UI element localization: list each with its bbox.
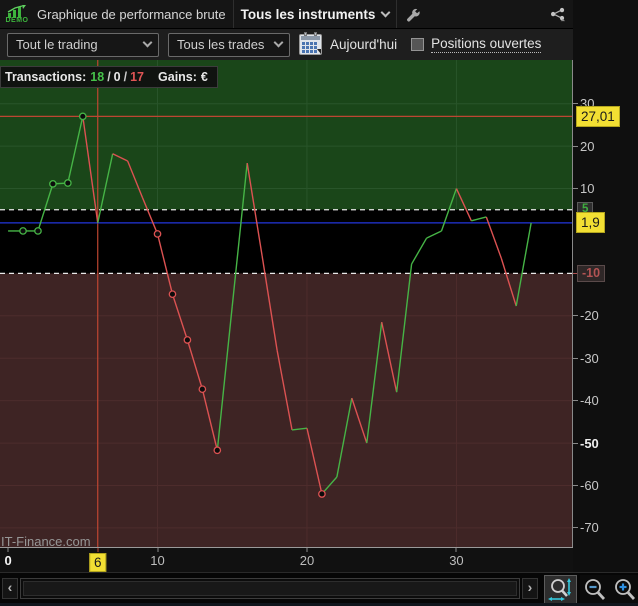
gains-label: Gains: xyxy=(158,70,197,84)
trade-marker xyxy=(19,227,27,235)
open-positions-checkbox[interactable] xyxy=(411,38,425,51)
x-axis-tick xyxy=(97,548,99,552)
y-axis-label-10: 10 xyxy=(580,181,595,196)
calendar-header xyxy=(301,36,320,40)
y-axis-tick xyxy=(573,315,578,317)
trade-marker xyxy=(198,385,207,394)
x-axis-label-20: 20 xyxy=(299,553,315,568)
chevron-down-icon xyxy=(273,37,284,47)
y-axis-label--20: -20 xyxy=(580,308,599,323)
x-axis-label-10: 10 xyxy=(150,553,165,568)
trade-marker xyxy=(49,180,57,188)
watermark: IT-Finance.com xyxy=(1,534,91,549)
trade-marker xyxy=(168,290,177,299)
y-axis-tick xyxy=(573,400,578,402)
calendar-dropdown-arrow-icon xyxy=(317,49,321,54)
zoom-in-icon xyxy=(615,578,636,600)
x-axis-label-30: 30 xyxy=(449,553,464,568)
scroll-right-button[interactable]: › xyxy=(522,578,538,599)
zoom-fit-icon xyxy=(547,577,571,601)
x-axis-tick xyxy=(157,548,159,552)
calendar-icon xyxy=(302,42,317,53)
scroll-row: ‹ › xyxy=(0,572,638,604)
demo-logo: DEMO xyxy=(2,4,32,24)
stats-bar: Transactions: 18 / 0 / 17 Gains: € xyxy=(0,66,218,88)
demo-label: DEMO xyxy=(5,16,29,24)
instruments-dropdown-label: Tous les instruments xyxy=(240,6,376,22)
y-axis-label--40: -40 xyxy=(580,393,599,408)
y-axis-label--10: -10 xyxy=(577,265,606,282)
zoom-in-button[interactable] xyxy=(610,575,638,604)
titlebar-separator xyxy=(232,0,234,28)
y-axis-tick xyxy=(573,145,578,147)
wrench-icon xyxy=(407,8,421,21)
y-axis-tick xyxy=(573,188,578,190)
share-button[interactable] xyxy=(550,6,566,22)
scrollbar-track[interactable] xyxy=(20,578,520,599)
transactions-label: Transactions: xyxy=(5,70,87,84)
y-axis-tick xyxy=(573,103,578,105)
y-axis-label--60: -60 xyxy=(580,478,599,493)
instruments-dropdown[interactable]: Tous les instruments xyxy=(240,6,391,22)
loss-zone xyxy=(0,273,573,547)
settings-button[interactable] xyxy=(404,6,421,22)
y-axis-tick xyxy=(573,484,578,486)
calendar-button[interactable] xyxy=(299,32,322,55)
wins-count: 18 xyxy=(90,70,105,84)
page-title: Graphique de performance brute xyxy=(37,6,226,22)
trade-marker xyxy=(183,336,192,344)
x-axis-label-6: 6 xyxy=(88,553,107,572)
y-axis-label--50: -50 xyxy=(580,436,599,451)
trade-marker xyxy=(34,227,42,235)
stats-separator: / xyxy=(123,70,128,84)
flat-count: 0 xyxy=(113,70,121,84)
x-axis-label-0: 0 xyxy=(4,553,12,568)
y-axis-tick xyxy=(573,527,578,529)
date-label: Aujourd'hui xyxy=(330,37,398,52)
y-axis-label-27_01: 27,01 xyxy=(576,106,620,127)
y-axis-label--70: -70 xyxy=(580,520,599,535)
zoom-out-icon xyxy=(585,578,606,600)
filter-toolbar: Tout le trading Tous les trades Aujourd'… xyxy=(0,29,638,60)
y-axis: 30 27,01 20 10 5 1,9 -10 -20 -30 -40 -50 -60 -70 xyxy=(573,0,638,572)
trade-marker xyxy=(213,446,222,455)
trade-marker xyxy=(78,112,87,121)
trade-marker xyxy=(64,179,72,187)
equity-curve-chart[interactable] xyxy=(0,60,573,547)
currency-symbol: € xyxy=(200,70,208,84)
share-icon xyxy=(550,7,566,21)
y-axis-label--30: -30 xyxy=(580,351,599,366)
x-axis: 0 6 10 20 30 xyxy=(0,547,638,572)
chart-plot-area[interactable]: Transactions: 18 / 0 / 17 Gains: € IT-Fi… xyxy=(0,60,573,549)
scrollbar-thumb[interactable] xyxy=(23,581,517,596)
trading-scope-value: Tout le trading xyxy=(16,37,98,52)
trading-scope-select[interactable]: Tout le trading xyxy=(7,32,159,57)
trade-marker xyxy=(153,230,162,238)
open-positions-label[interactable]: Positions ouvertes xyxy=(431,36,542,53)
y-axis-tick xyxy=(573,442,578,444)
titlebar-separator xyxy=(396,0,398,28)
stats-separator: / xyxy=(107,70,111,84)
demo-chart-icon xyxy=(7,4,26,18)
x-axis-tick xyxy=(455,548,457,552)
performance-chart-window: DEMO Graphique de performance brute Tous… xyxy=(0,0,638,606)
title-bar: DEMO Graphique de performance brute Tous… xyxy=(0,0,638,29)
x-axis-tick xyxy=(306,548,308,552)
zoom-fit-button[interactable] xyxy=(544,575,577,604)
y-axis-label-1_9: 1,9 xyxy=(576,212,605,233)
zoom-out-button[interactable] xyxy=(580,575,610,604)
y-axis-tick xyxy=(573,357,578,359)
y-axis-label-20: 20 xyxy=(580,139,595,154)
trade-marker xyxy=(318,490,326,498)
trade-type-select[interactable]: Tous les trades xyxy=(168,32,290,57)
scroll-left-button[interactable]: ‹ xyxy=(2,578,18,599)
chevron-down-icon xyxy=(142,37,153,47)
trade-type-value: Tous les trades xyxy=(177,37,265,52)
chevron-down-icon xyxy=(380,7,391,17)
losses-count: 17 xyxy=(130,70,145,84)
